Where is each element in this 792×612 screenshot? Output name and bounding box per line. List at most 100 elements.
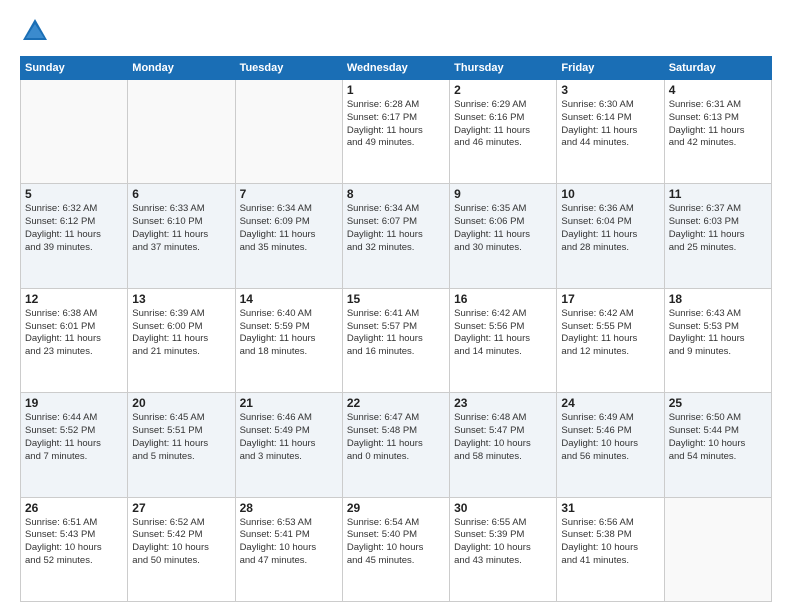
calendar-cell: 29 Sunrise: 6:54 AM Sunset: 5:40 PM Dayli…	[342, 497, 449, 601]
day-info: Sunrise: 6:53 AM Sunset: 5:41 PM Dayligh…	[240, 517, 338, 568]
calendar-cell: 12 Sunrise: 6:38 AM Sunset: 6:01 PM Dayli…	[21, 288, 128, 392]
day-number: 7	[240, 187, 338, 201]
calendar-cell: 26Sunrise: 6:51 AM Sunset: 5:43 PM Dayli…	[21, 497, 128, 601]
calendar-cell: 27 Sunrise: 6:52 AM Sunset: 5:42 PM Dayli…	[128, 497, 235, 601]
day-info: Sunrise: 6:29 AM Sunset: 6:16 PM Dayligh…	[454, 99, 552, 150]
day-number: 24	[561, 396, 659, 410]
day-number: 13	[132, 292, 230, 306]
calendar-week-row: 1 Sunrise: 6:28 AM Sunset: 6:17 PM Daylig…	[21, 80, 772, 184]
calendar-cell: 13 Sunrise: 6:39 AM Sunset: 6:00 PM Dayli…	[128, 288, 235, 392]
day-info: Sunrise: 6:38 AM Sunset: 6:01 PM Dayligh…	[25, 308, 123, 359]
day-info: Sunrise: 6:34 AM Sunset: 6:09 PM Dayligh…	[240, 203, 338, 254]
day-number: 14	[240, 292, 338, 306]
day-info: Sunrise: 6:40 AM Sunset: 5:59 PM Dayligh…	[240, 308, 338, 359]
day-info: Sunrise: 6:45 AM Sunset: 5:51 PM Dayligh…	[132, 412, 230, 463]
day-info: Sunrise: 6:42 AM Sunset: 5:55 PM Dayligh…	[561, 308, 659, 359]
day-info: Sunrise: 6:49 AM Sunset: 5:46 PM Dayligh…	[561, 412, 659, 463]
day-number: 27	[132, 501, 230, 515]
day-info: Sunrise: 6:35 AM Sunset: 6:06 PM Dayligh…	[454, 203, 552, 254]
calendar-cell: 6 Sunrise: 6:33 AM Sunset: 6:10 PM Daylig…	[128, 184, 235, 288]
calendar-cell: 17 Sunrise: 6:42 AM Sunset: 5:55 PM Dayli…	[557, 288, 664, 392]
day-number: 29	[347, 501, 445, 515]
day-number: 26	[25, 501, 123, 515]
logo	[20, 16, 54, 46]
day-number: 10	[561, 187, 659, 201]
calendar-cell: 16 Sunrise: 6:42 AM Sunset: 5:56 PM Dayli…	[450, 288, 557, 392]
day-info: Sunrise: 6:50 AM Sunset: 5:44 PM Dayligh…	[669, 412, 767, 463]
day-number: 8	[347, 187, 445, 201]
day-info: Sunrise: 6:41 AM Sunset: 5:57 PM Dayligh…	[347, 308, 445, 359]
calendar-cell	[235, 80, 342, 184]
weekday-header: Wednesday	[342, 57, 449, 80]
day-info: Sunrise: 6:43 AM Sunset: 5:53 PM Dayligh…	[669, 308, 767, 359]
day-number: 9	[454, 187, 552, 201]
calendar-cell: 3Sunrise: 6:30 AM Sunset: 6:14 PM Daylig…	[557, 80, 664, 184]
calendar-cell: 24 Sunrise: 6:49 AM Sunset: 5:46 PM Dayli…	[557, 393, 664, 497]
calendar-table: SundayMondayTuesdayWednesdayThursdayFrid…	[20, 56, 772, 602]
calendar-cell: 11Sunrise: 6:37 AM Sunset: 6:03 PM Dayli…	[664, 184, 771, 288]
day-number: 21	[240, 396, 338, 410]
logo-icon	[20, 16, 50, 46]
day-number: 4	[669, 83, 767, 97]
calendar-cell: 8 Sunrise: 6:34 AM Sunset: 6:07 PM Daylig…	[342, 184, 449, 288]
calendar-week-row: 19 Sunrise: 6:44 AM Sunset: 5:52 PM Dayli…	[21, 393, 772, 497]
calendar-cell: 5 Sunrise: 6:32 AM Sunset: 6:12 PM Daylig…	[21, 184, 128, 288]
calendar-cell: 28Sunrise: 6:53 AM Sunset: 5:41 PM Dayli…	[235, 497, 342, 601]
calendar-cell: 18 Sunrise: 6:43 AM Sunset: 5:53 PM Dayli…	[664, 288, 771, 392]
day-info: Sunrise: 6:33 AM Sunset: 6:10 PM Dayligh…	[132, 203, 230, 254]
day-number: 6	[132, 187, 230, 201]
calendar-cell: 10 Sunrise: 6:36 AM Sunset: 6:04 PM Dayli…	[557, 184, 664, 288]
day-info: Sunrise: 6:28 AM Sunset: 6:17 PM Dayligh…	[347, 99, 445, 150]
day-info: Sunrise: 6:56 AM Sunset: 5:38 PM Dayligh…	[561, 517, 659, 568]
day-info: Sunrise: 6:48 AM Sunset: 5:47 PM Dayligh…	[454, 412, 552, 463]
calendar-cell	[21, 80, 128, 184]
day-info: Sunrise: 6:47 AM Sunset: 5:48 PM Dayligh…	[347, 412, 445, 463]
day-number: 23	[454, 396, 552, 410]
day-number: 5	[25, 187, 123, 201]
day-number: 12	[25, 292, 123, 306]
day-info: Sunrise: 6:31 AM Sunset: 6:13 PM Dayligh…	[669, 99, 767, 150]
header	[20, 16, 772, 46]
calendar-cell	[664, 497, 771, 601]
calendar-cell: 20 Sunrise: 6:45 AM Sunset: 5:51 PM Dayli…	[128, 393, 235, 497]
day-number: 2	[454, 83, 552, 97]
calendar-cell: 22 Sunrise: 6:47 AM Sunset: 5:48 PM Dayli…	[342, 393, 449, 497]
day-number: 30	[454, 501, 552, 515]
day-info: Sunrise: 6:36 AM Sunset: 6:04 PM Dayligh…	[561, 203, 659, 254]
day-info: Sunrise: 6:34 AM Sunset: 6:07 PM Dayligh…	[347, 203, 445, 254]
calendar-week-row: 12 Sunrise: 6:38 AM Sunset: 6:01 PM Dayli…	[21, 288, 772, 392]
calendar-cell: 2 Sunrise: 6:29 AM Sunset: 6:16 PM Daylig…	[450, 80, 557, 184]
day-number: 22	[347, 396, 445, 410]
day-info: Sunrise: 6:46 AM Sunset: 5:49 PM Dayligh…	[240, 412, 338, 463]
weekday-header: Tuesday	[235, 57, 342, 80]
day-number: 20	[132, 396, 230, 410]
weekday-header: Sunday	[21, 57, 128, 80]
day-number: 17	[561, 292, 659, 306]
day-info: Sunrise: 6:32 AM Sunset: 6:12 PM Dayligh…	[25, 203, 123, 254]
calendar-cell: 25Sunrise: 6:50 AM Sunset: 5:44 PM Dayli…	[664, 393, 771, 497]
calendar-cell	[128, 80, 235, 184]
calendar-cell: 15Sunrise: 6:41 AM Sunset: 5:57 PM Dayli…	[342, 288, 449, 392]
day-number: 16	[454, 292, 552, 306]
calendar-cell: 4 Sunrise: 6:31 AM Sunset: 6:13 PM Daylig…	[664, 80, 771, 184]
day-info: Sunrise: 6:54 AM Sunset: 5:40 PM Dayligh…	[347, 517, 445, 568]
calendar-cell: 14 Sunrise: 6:40 AM Sunset: 5:59 PM Dayli…	[235, 288, 342, 392]
day-number: 18	[669, 292, 767, 306]
day-number: 19	[25, 396, 123, 410]
day-number: 1	[347, 83, 445, 97]
day-info: Sunrise: 6:44 AM Sunset: 5:52 PM Dayligh…	[25, 412, 123, 463]
weekday-header: Saturday	[664, 57, 771, 80]
day-number: 11	[669, 187, 767, 201]
day-info: Sunrise: 6:52 AM Sunset: 5:42 PM Dayligh…	[132, 517, 230, 568]
calendar-header-row: SundayMondayTuesdayWednesdayThursdayFrid…	[21, 57, 772, 80]
calendar-week-row: 26Sunrise: 6:51 AM Sunset: 5:43 PM Dayli…	[21, 497, 772, 601]
weekday-header: Thursday	[450, 57, 557, 80]
calendar-cell: 9 Sunrise: 6:35 AM Sunset: 6:06 PM Daylig…	[450, 184, 557, 288]
day-info: Sunrise: 6:55 AM Sunset: 5:39 PM Dayligh…	[454, 517, 552, 568]
calendar-cell: 23 Sunrise: 6:48 AM Sunset: 5:47 PM Dayli…	[450, 393, 557, 497]
page: SundayMondayTuesdayWednesdayThursdayFrid…	[0, 0, 792, 612]
day-info: Sunrise: 6:39 AM Sunset: 6:00 PM Dayligh…	[132, 308, 230, 359]
day-info: Sunrise: 6:42 AM Sunset: 5:56 PM Dayligh…	[454, 308, 552, 359]
weekday-header: Friday	[557, 57, 664, 80]
calendar-cell: 7 Sunrise: 6:34 AM Sunset: 6:09 PM Daylig…	[235, 184, 342, 288]
